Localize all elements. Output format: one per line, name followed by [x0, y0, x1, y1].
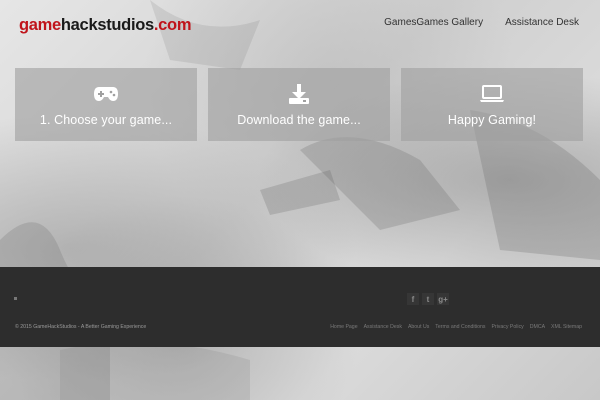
footer-link-home[interactable]: Home Page: [330, 324, 357, 330]
nav-assistance-desk[interactable]: Assistance Desk: [505, 17, 579, 28]
card-download-game[interactable]: Download the game...: [208, 68, 390, 141]
logo-part-com: .com: [153, 16, 192, 34]
logo-part-game: game: [19, 16, 61, 34]
footer-link-about[interactable]: About Us: [408, 324, 429, 330]
footer-link-privacy[interactable]: Privacy Policy: [491, 324, 523, 330]
footer-links: Home Page Assistance Desk About Us Terms…: [330, 324, 582, 330]
logo-part-hackstudios: hackstudios: [60, 16, 154, 34]
main-nav: GamesGames Gallery Assistance Desk: [384, 17, 579, 28]
facebook-icon[interactable]: f: [407, 293, 419, 305]
download-icon: [288, 81, 310, 107]
twitter-icon[interactable]: t: [422, 293, 434, 305]
copyright-text: © 2015 GameHackStudios - A Better Gaming…: [15, 324, 147, 330]
social-links: f t g+: [407, 293, 449, 305]
card-label: Happy Gaming!: [447, 113, 537, 127]
card-label: 1. Choose your game...: [39, 113, 173, 127]
footer-link-terms[interactable]: Terms and Conditions: [435, 324, 485, 330]
card-choose-game[interactable]: 1. Choose your game...: [15, 68, 197, 141]
gamepad-icon: [93, 81, 119, 107]
site-logo[interactable]: gamehackstudios.com: [19, 16, 192, 35]
nav-games-gallery[interactable]: GamesGames Gallery: [384, 17, 483, 28]
site-header: gamehackstudios.com GamesGames Gallery A…: [0, 0, 600, 52]
laptop-icon: [479, 81, 505, 107]
card-happy-gaming[interactable]: Happy Gaming!: [401, 68, 583, 141]
footer-link-dmca[interactable]: DMCA: [530, 324, 545, 330]
card-label: Download the game...: [237, 113, 361, 127]
footer-link-assistance[interactable]: Assistance Desk: [364, 324, 402, 330]
footer-link-sitemap[interactable]: XML Sitemap: [551, 324, 582, 330]
footer-dot: [14, 297, 17, 300]
steps-cards: 1. Choose your game... Download the game…: [15, 68, 583, 141]
site-footer: f t g+ © 2015 GameHackStudios - A Better…: [0, 267, 600, 347]
google-plus-icon[interactable]: g+: [437, 293, 449, 305]
